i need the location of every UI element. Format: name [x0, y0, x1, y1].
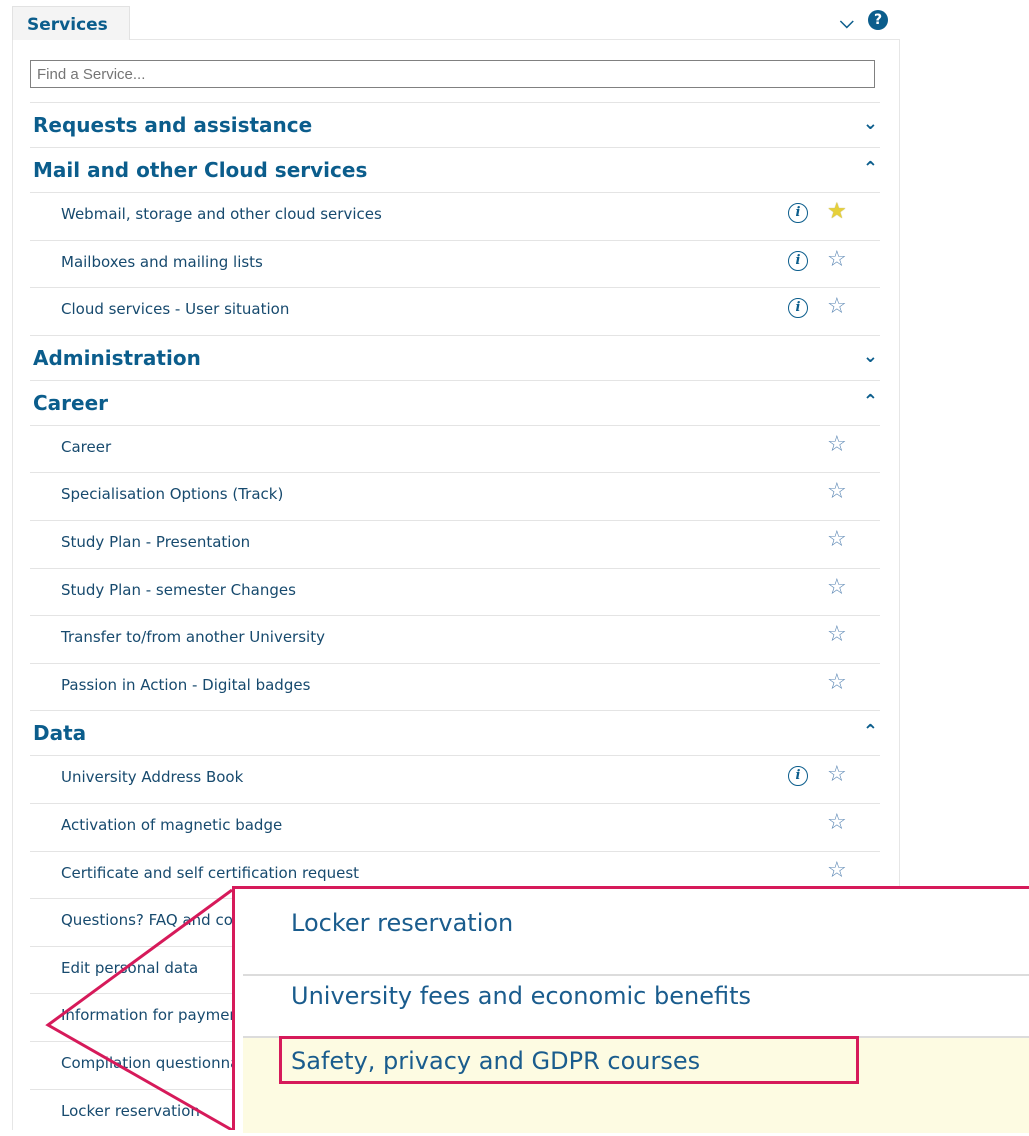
zoom-callout: Locker reservation University fees and e…: [232, 886, 1029, 1130]
zoom-row-label: University fees and economic benefits: [291, 982, 751, 1010]
zoom-row-fees[interactable]: University fees and economic benefits: [235, 976, 1029, 1036]
zoom-row-locker[interactable]: Locker reservation: [235, 889, 1029, 974]
zoom-highlight-box: [279, 1036, 859, 1084]
zoom-row-label: Locker reservation: [291, 909, 513, 937]
